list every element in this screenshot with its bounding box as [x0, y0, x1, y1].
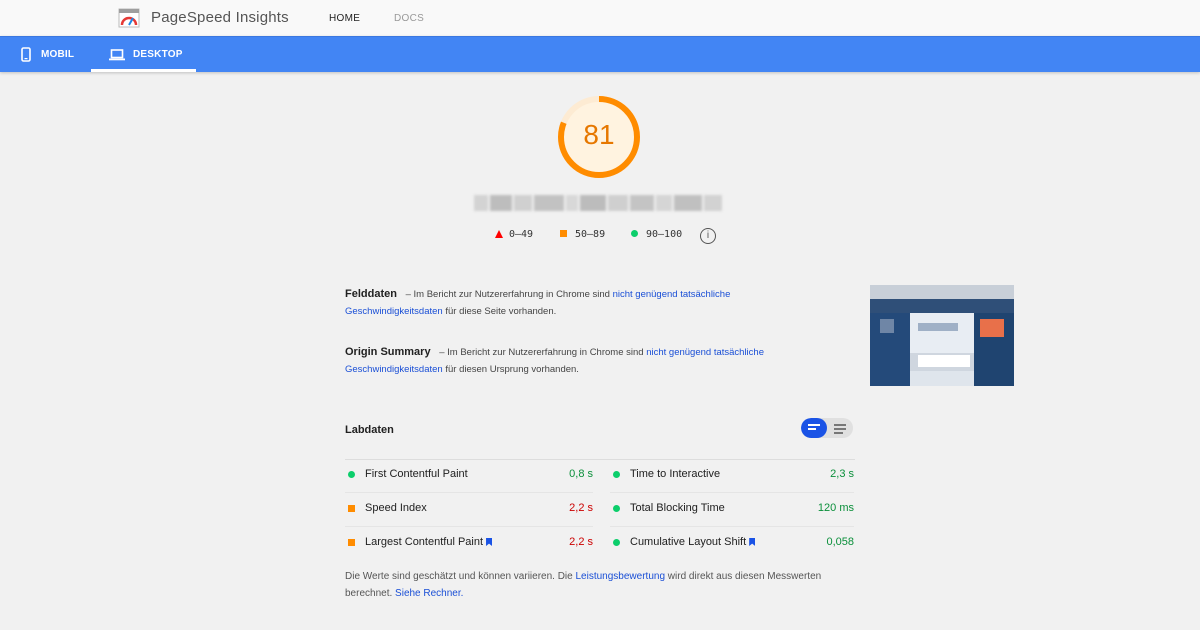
expanded-view-button[interactable]	[828, 418, 853, 438]
nav-docs-link[interactable]: DOCS	[394, 13, 424, 24]
metric-value: 2,3 s	[830, 468, 854, 480]
metrics-view-toggle	[801, 418, 853, 438]
green-circle-icon	[613, 505, 620, 512]
legend-average: 50–89	[560, 229, 605, 240]
lab-metric-row: Speed Index 2,2 s	[345, 493, 593, 527]
active-tab-indicator	[91, 69, 196, 72]
green-circle-icon	[348, 471, 355, 478]
calculator-link[interactable]: Siehe Rechner.	[395, 588, 463, 599]
compact-view-button[interactable]	[801, 418, 827, 438]
expanded-list-icon	[834, 424, 846, 436]
orange-square-icon	[348, 505, 355, 512]
lab-metric-row: Total Blocking Time 120 ms	[610, 493, 854, 527]
metric-value: 2,2 s	[569, 502, 593, 514]
performance-score-value: 81	[583, 119, 615, 150]
metric-value: 2,2 s	[569, 536, 593, 548]
smartphone-icon	[21, 47, 31, 62]
page-screenshot-thumbnail	[870, 285, 1014, 386]
metric-label: Total Blocking Time	[630, 502, 725, 514]
field-data-text-end: für diese Seite vorhanden.	[445, 306, 557, 317]
tab-desktop-label: DESKTOP	[133, 49, 183, 60]
tab-mobile-label: MOBIL	[41, 49, 75, 60]
lab-data-title: Labdaten	[345, 424, 394, 436]
bookmark-icon	[486, 538, 493, 546]
field-data-text: – Im Bericht zur Nutzererfahrung in Chro…	[405, 289, 610, 300]
laptop-icon	[109, 49, 125, 61]
field-data-title: Felddaten	[345, 288, 397, 300]
redacted-url	[474, 195, 724, 211]
lab-data-footnote: Die Werte sind geschätzt und können vari…	[345, 571, 822, 599]
nav-home-link[interactable]: HOME	[329, 13, 360, 24]
tab-desktop[interactable]: DESKTOP	[91, 37, 196, 72]
info-icon[interactable]: i	[700, 228, 716, 244]
top-app-bar: PageSpeed Insights HOME DOCS	[0, 0, 1200, 36]
lab-metric-row: Largest Contentful Paint 2,2 s	[345, 527, 593, 561]
origin-summary-text: – Im Bericht zur Nutzererfahrung in Chro…	[439, 347, 644, 358]
origin-summary-section: Origin Summary – Im Bericht zur Nutzerer…	[345, 344, 805, 378]
compact-list-icon	[808, 424, 820, 432]
origin-summary-text-end: für diesen Ursprung vorhanden.	[445, 364, 579, 375]
pagespeed-logo-icon	[118, 8, 140, 28]
green-circle-icon	[613, 539, 620, 546]
metric-value: 0,8 s	[569, 468, 593, 480]
field-data-section: Felddaten – Im Bericht zur Nutzererfahru…	[345, 286, 805, 320]
orange-square-icon	[348, 539, 355, 546]
tab-mobile[interactable]: MOBIL	[14, 37, 84, 72]
lab-metric-row: First Contentful Paint 0,8 s	[345, 459, 593, 493]
metric-label: Speed Index	[365, 502, 427, 514]
lab-metric-row: Cumulative Layout Shift 0,058	[610, 527, 854, 561]
lab-metric-row: Time to Interactive 2,3 s	[610, 459, 854, 493]
legend-poor: 0–49	[495, 229, 533, 240]
green-circle-icon	[613, 471, 620, 478]
app-title: PageSpeed Insights	[151, 9, 289, 26]
green-circle-icon	[631, 230, 638, 237]
metric-label: Cumulative Layout Shift	[630, 536, 756, 548]
legend-good: 90–100	[631, 229, 682, 240]
metric-label: Time to Interactive	[630, 468, 721, 480]
metric-value: 120 ms	[817, 502, 854, 514]
performance-score-link[interactable]: Leistungsbewertung	[576, 571, 666, 582]
device-tab-bar: MOBIL DESKTOP	[0, 36, 1200, 72]
red-triangle-icon	[495, 230, 503, 238]
origin-summary-title: Origin Summary	[345, 346, 431, 358]
orange-square-icon	[560, 230, 567, 237]
metric-value: 0,058	[826, 536, 854, 548]
metric-label: First Contentful Paint	[365, 468, 468, 480]
metric-label: Largest Contentful Paint	[365, 536, 493, 548]
bookmark-icon	[749, 538, 756, 546]
